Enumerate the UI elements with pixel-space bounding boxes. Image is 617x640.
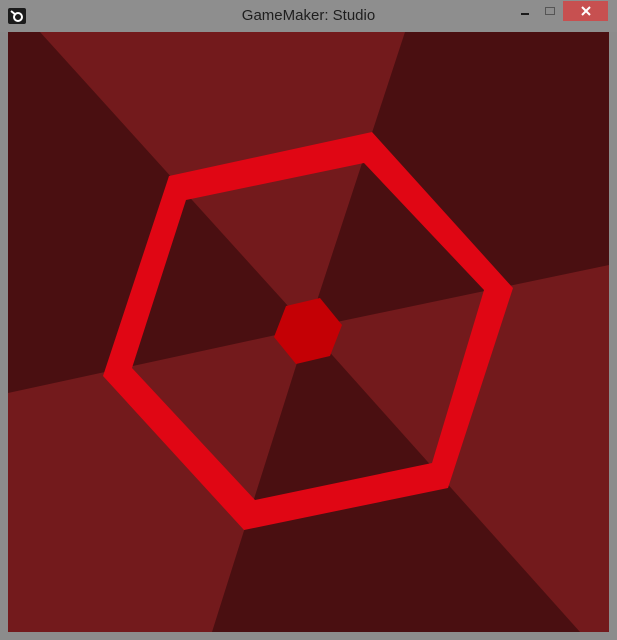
maximize-icon <box>545 7 555 15</box>
maximize-button[interactable] <box>539 1 561 21</box>
game-scene <box>8 32 609 632</box>
title-bar[interactable]: GameMaker: Studio <box>0 0 617 32</box>
minimize-button[interactable] <box>514 1 536 21</box>
close-icon <box>580 6 591 16</box>
close-button[interactable] <box>563 1 608 21</box>
minimize-icon <box>521 13 529 15</box>
game-canvas[interactable] <box>8 32 609 632</box>
gamemaker-logo-icon <box>8 8 26 24</box>
game-window: GameMaker: Studio <box>0 0 617 640</box>
